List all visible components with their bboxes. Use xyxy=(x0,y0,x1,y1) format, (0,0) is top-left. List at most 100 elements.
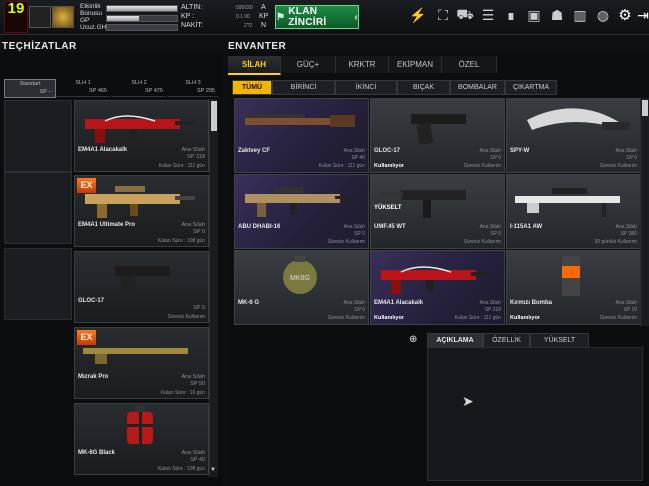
chevron-left-icon: ‹ xyxy=(354,11,358,23)
item-name: I-115A1 AW xyxy=(510,224,543,230)
cart-icon[interactable]: ⛟ xyxy=(456,6,474,24)
scroll-down-icon[interactable]: ▼ xyxy=(210,467,216,473)
slot-tab-slh1[interactable]: SLH 1 SP 465 xyxy=(56,79,110,97)
empty-slot[interactable] xyxy=(4,248,72,320)
desc-tab-2[interactable]: YÜKSELT xyxy=(530,333,589,348)
equipment-item-card[interactable]: EX EM4A1 Ultimate Pro Ana Silah SP 0 Kalan S… xyxy=(74,175,209,247)
cursor-icon: ➤ xyxy=(462,393,474,409)
item-duration: 30 günlük Kullanım xyxy=(594,239,637,245)
item-duration: Süresiz Kullanım xyxy=(463,239,501,245)
inventory-item-card[interactable]: ABU DHABI-16 Ana Silah SP 0 Süresiz Kullanı… xyxy=(234,174,369,249)
item-sp: SP 0 xyxy=(354,231,365,237)
equipment-item-card[interactable]: GLOC-17 SP 0 Süresiz Kullanım xyxy=(74,251,209,323)
event-icon[interactable]: ⚡ xyxy=(409,6,427,24)
ex-badge: EX xyxy=(77,330,96,345)
weapon-image xyxy=(245,187,357,217)
scroll-thumb[interactable] xyxy=(642,100,648,116)
box-icon[interactable]: ▣ xyxy=(525,6,543,24)
item-duration: Kalan Süre : 108 gün xyxy=(158,466,205,472)
inventory-item-card[interactable]: SPY-W Ana Silah SP 0 Süresiz Kullanım xyxy=(506,98,641,173)
exp-bar xyxy=(106,15,178,22)
subtab-4[interactable]: BOMBALAR xyxy=(450,80,505,95)
exit-icon[interactable]: ⇥ xyxy=(634,6,649,24)
equipment-item-card[interactable]: EX Mızrak Pro Ana Silah SP 50 Kalan Süre : 1… xyxy=(74,327,209,399)
item-type-sp: Ana Silah SP 0 xyxy=(344,224,365,238)
inventory-scrollbar[interactable] xyxy=(640,98,649,326)
inventory-item-card[interactable]: Zaktvey CF Ana Silah SP 40 Kalan Süre : 111… xyxy=(234,98,369,173)
kp-value: 0.1 00 xyxy=(236,14,250,20)
subtab-5[interactable]: ÇIKARTMA xyxy=(505,80,557,95)
tab-2[interactable]: KRKTR xyxy=(336,56,389,73)
equipment-item-card[interactable]: MK-6G Black Ana Silah SP 40 Kalan Süre : 10… xyxy=(74,403,209,475)
rank-icon[interactable]: ∎ xyxy=(502,6,520,24)
in-use-status: Kullanılıyor xyxy=(374,315,404,321)
item-sp: SP 0 xyxy=(193,305,205,311)
desc-tab-0[interactable]: AÇIKLAMA xyxy=(427,333,483,348)
item-duration: Süresiz Kullanım xyxy=(327,315,365,321)
tab-0[interactable]: SİLAH xyxy=(228,56,281,75)
tab-3[interactable]: EKİPMAN xyxy=(389,56,442,73)
inventory-item-card[interactable]: YÜKSELT UMF.45 WT Ana Silah SP 0 Süresiz Kul… xyxy=(370,174,505,249)
item-duration: Kalan Süre : 111 gün xyxy=(158,163,205,169)
klan-zinciri-button[interactable]: ⚑ KLAN ZİNCİRİ ‹ xyxy=(275,5,359,29)
desc-tab-1[interactable]: ÖZELLİK xyxy=(483,333,530,348)
item-type-sp: Ana Silah SP 0 xyxy=(344,300,365,314)
item-name: EM4A1 Ultimate Pro xyxy=(78,222,136,228)
item-type-sp: Ana Silah SP 0 xyxy=(480,148,501,162)
item-duration: Süresiz Kullanım xyxy=(327,239,365,245)
item-sp: SP 380 xyxy=(620,231,637,237)
item-type-sp: Ana Silah SP 0 xyxy=(616,148,637,162)
item-type: Ana Silah xyxy=(343,224,365,230)
inbox-icon[interactable]: ☰ xyxy=(479,6,497,24)
level-badge: 19 xyxy=(4,0,28,33)
item-sp: SP 10 xyxy=(623,307,637,313)
tab-1[interactable]: GÜÇ+ xyxy=(281,56,336,73)
svg-text:MK6G: MK6G xyxy=(290,275,310,282)
item-sp: SP 0 xyxy=(626,155,637,161)
empty-slot[interactable] xyxy=(4,100,72,172)
item-name: EM4A1 Alacakalk xyxy=(78,147,128,153)
item-type: Ana Silah xyxy=(181,450,205,456)
equipment-scrollbar[interactable] xyxy=(209,99,218,477)
globe-icon[interactable]: ◍ xyxy=(594,6,612,24)
gift-icon[interactable]: ⛶ xyxy=(434,6,452,24)
gear-icon[interactable]: ⚙ xyxy=(616,6,634,24)
subtab-1[interactable]: BİRİNCİ xyxy=(272,80,335,95)
item-type-sp: Ana Silah SP 10 xyxy=(616,300,637,314)
item-duration: Kalan Süre : 111 gün xyxy=(454,315,501,321)
subtab-0[interactable]: TÜMÜ xyxy=(232,80,272,95)
inventory-item-card[interactable]: I-115A1 AW Ana Silah SP 380 30 günlük Kulla… xyxy=(506,174,641,249)
inventory-item-card[interactable]: MK6G MK-6 G Ana Silah SP 0 Süresiz Kullanım xyxy=(234,250,369,325)
slot-tab-slh3[interactable]: SLH 3 SP 295 xyxy=(168,79,218,97)
weapon-image xyxy=(562,256,580,296)
nakit-label: NAKİT: xyxy=(181,22,203,29)
item-type-sp: Ana Silah SP 318 xyxy=(181,147,205,161)
users-icon[interactable]: ☗ xyxy=(548,6,566,24)
slot-tab-standart[interactable]: Standart SP -- xyxy=(4,79,56,98)
subtab-2[interactable]: İKİNCİ xyxy=(335,80,397,95)
item-duration: Süresiz Kullanım xyxy=(599,163,637,169)
item-duration: Süresiz Kullanım xyxy=(599,315,637,321)
inventory-item-card[interactable]: Kırmızı Bomba Ana Silah SP 10 Kullanılıyor S… xyxy=(506,250,641,325)
inventory-item-card[interactable]: EM4A1 Alacakalk Ana Silah SP 318 Kullanılıy… xyxy=(370,250,505,325)
empty-slot[interactable] xyxy=(4,172,72,244)
clan-emblem-icon xyxy=(52,6,74,28)
description-box xyxy=(427,347,643,481)
item-name: GLOC-17 xyxy=(374,148,401,154)
subtab-3[interactable]: BIÇAK xyxy=(397,80,450,95)
equipment-item-card[interactable]: EM4A1 Alacakalk Ana Silah SP 318 Kalan Süre… xyxy=(74,100,209,172)
chart-icon[interactable]: ▥ xyxy=(571,6,589,24)
zoom-icon[interactable]: ⊕ xyxy=(409,334,417,345)
scroll-thumb[interactable] xyxy=(211,101,217,131)
tab-4[interactable]: ÖZEL xyxy=(442,56,497,73)
slot-tab-slh2[interactable]: SLH 2 SP 475 xyxy=(112,79,166,97)
item-name: Zaktvey CF xyxy=(238,148,271,154)
upgrade-badge: YÜKSELT xyxy=(374,205,402,211)
item-type: Ana Silah xyxy=(343,148,365,154)
inventory-item-card[interactable]: GLOC-17 Ana Silah SP 0 Kullanılıyor Süresiz … xyxy=(370,98,505,173)
in-use-status: Kullanılıyor xyxy=(374,163,404,169)
level-number: 19 xyxy=(7,0,25,17)
item-name: ABU DHABI-16 xyxy=(238,224,281,230)
item-sp: SP 318 xyxy=(187,154,205,160)
item-type: Ana Silah xyxy=(181,222,205,228)
